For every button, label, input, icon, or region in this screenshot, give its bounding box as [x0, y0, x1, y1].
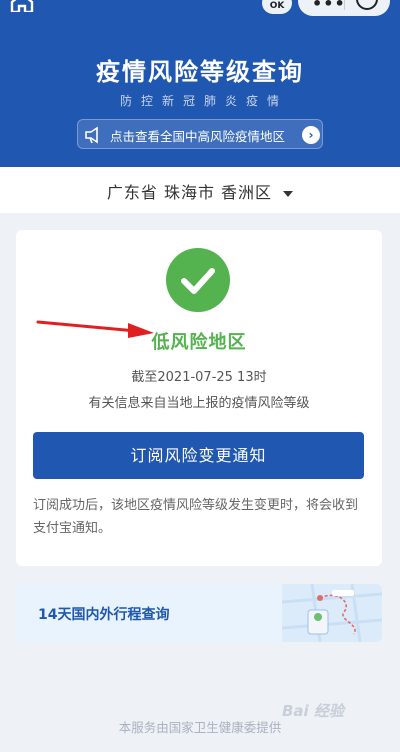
ok-badge[interactable]: OK — [262, 0, 292, 14]
subscribe-note: 订阅成功后，该地区疫情风险等级发生变更时，将会收到支付宝通知。 — [33, 498, 359, 536]
map-route-icon — [282, 584, 382, 642]
location-text: 广东省 珠海市 香洲区 — [106, 183, 273, 202]
capsule-divider — [344, 0, 345, 10]
header: OK ••• 疫情风险等级查询 防控新冠肺炎疫情 点击查看全国中高风险疫情地区 … — [0, 0, 400, 167]
notice-text: 点击查看全国中高风险疫情地区 — [110, 129, 286, 144]
source-info: 有关信息来自当地上报的疫情风险等级 — [88, 396, 310, 411]
chevron-right-icon: › — [302, 126, 320, 144]
mini-program-capsule: ••• — [298, 0, 390, 16]
location-selector[interactable]: 广东省 珠海市 香洲区 — [0, 167, 400, 213]
check-icon — [166, 248, 230, 312]
speaker-icon — [85, 126, 98, 144]
travel-history-title: 14天国内外行程查询 — [38, 607, 170, 623]
as-of-time: 截至2021-07-25 13时 — [131, 370, 267, 385]
subscribe-button[interactable]: 订阅风险变更通知 — [33, 432, 364, 479]
chevron-down-icon — [283, 190, 294, 197]
page-subtitle: 防控新冠肺炎疫情 — [119, 94, 288, 108]
page-title: 疫情风险等级查询 — [96, 58, 304, 86]
travel-history-card[interactable]: 14天国内外行程查询 — [16, 584, 382, 642]
high-risk-areas-link[interactable]: 点击查看全国中高风险疫情地区 › — [77, 119, 323, 149]
risk-result-card: 低风险地区 截至2021-07-25 13时 有关信息来自当地上报的疫情风险等级… — [16, 230, 382, 566]
annotation-arrow — [36, 320, 154, 338]
more-icon[interactable]: ••• — [312, 0, 346, 13]
watermark: Bai 经验 — [282, 702, 344, 720]
home-icon[interactable] — [10, 0, 34, 12]
close-icon[interactable] — [356, 0, 378, 10]
